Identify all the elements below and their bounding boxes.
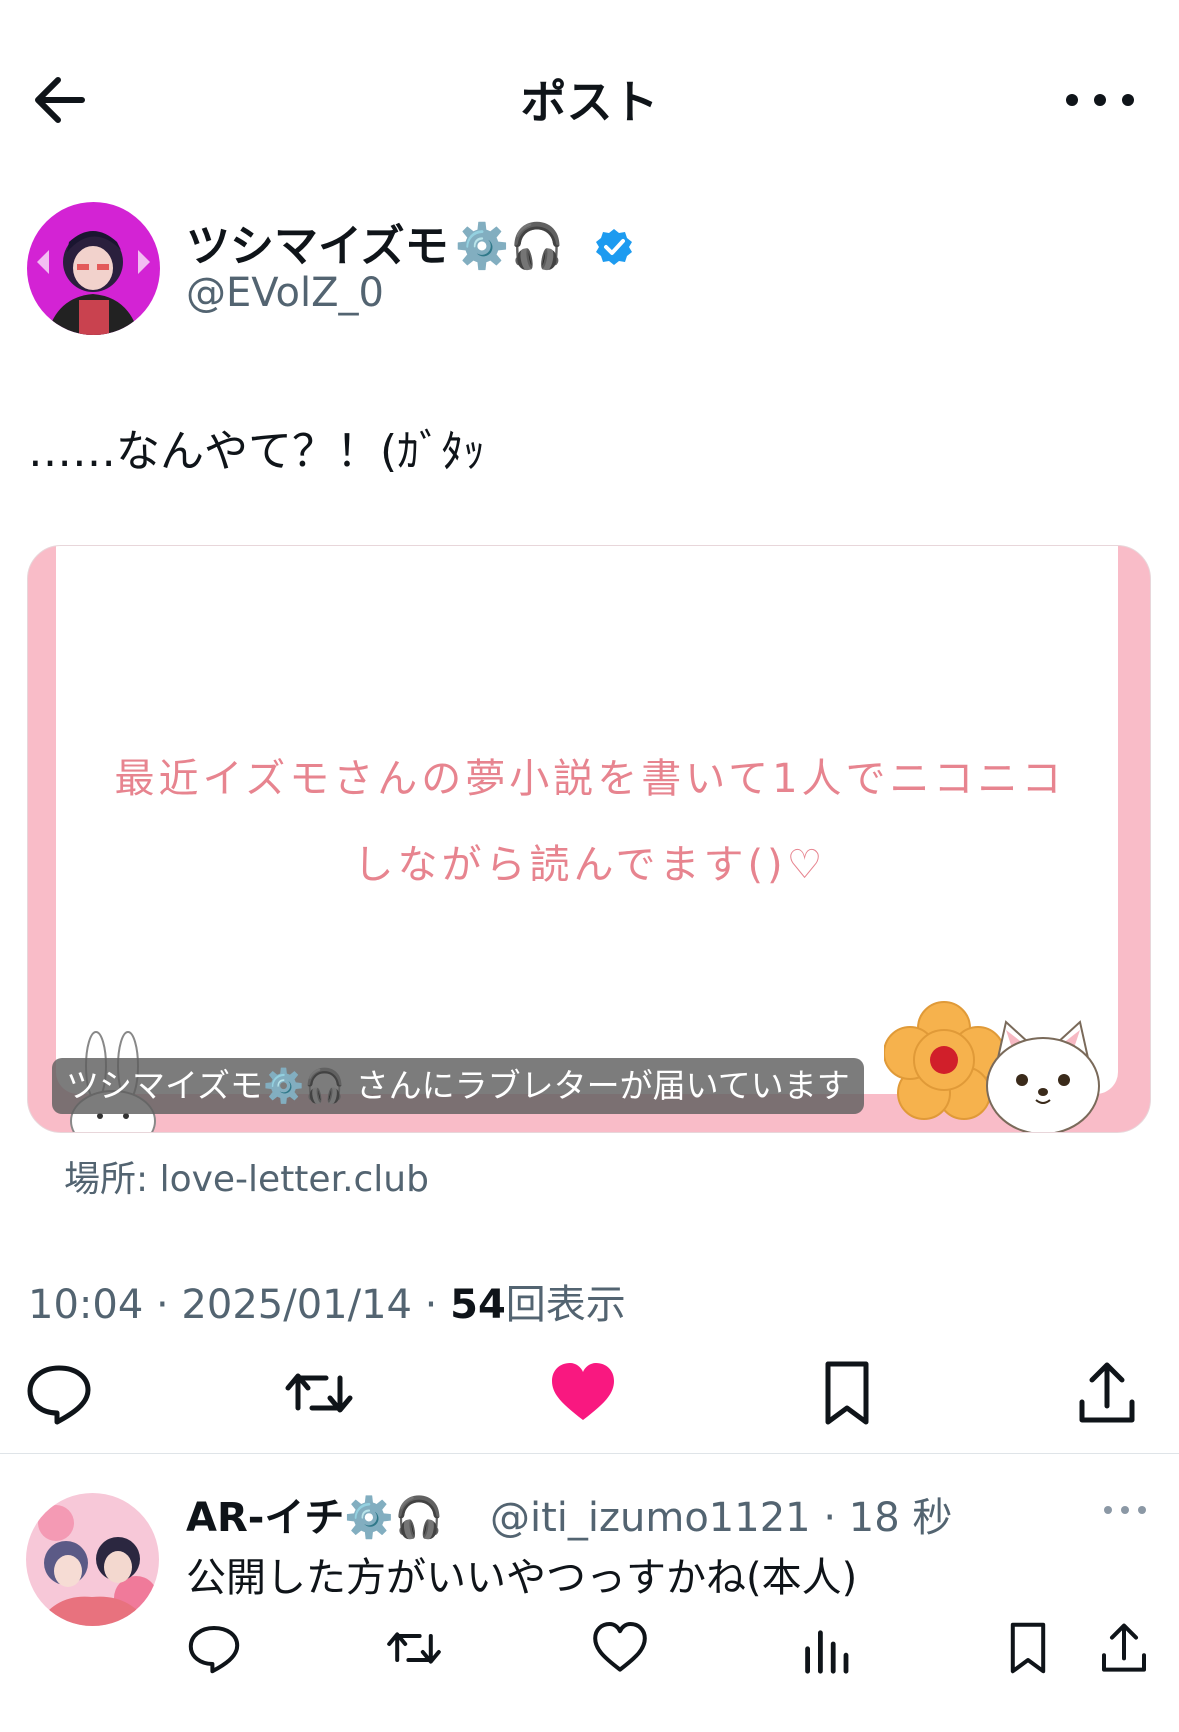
card-text-line1: 最近イズモさんの夢小説を書いて1人でニコニコ	[114, 756, 1066, 802]
reply-author-emoji: ⚙️🎧	[344, 1495, 444, 1541]
views-label: 回表示	[505, 1282, 626, 1328]
reply-bookmark-icon[interactable]	[1000, 1620, 1056, 1676]
views-count: 54	[450, 1282, 506, 1328]
reply-avatar[interactable]	[26, 1493, 159, 1626]
page-title: ポスト	[520, 75, 659, 129]
verified-icon	[595, 229, 632, 265]
reply-handle-time[interactable]: @iti_izumo1121 · 18 秒	[490, 1485, 952, 1543]
avatar[interactable]	[27, 202, 160, 335]
cat-illustration	[986, 1020, 1100, 1132]
reply-text: 公開した方がいいやつっすかね(本人)	[186, 1555, 858, 1601]
post-time: 10:04 · 2025/01/14 ·	[28, 1282, 451, 1328]
reply-author-name: AR-イチ	[186, 1495, 345, 1541]
post-meta: 10:04 · 2025/01/14 · 54回表示	[28, 1272, 626, 1330]
author-name-row: ツシマイズモ ⚙️🎧	[186, 210, 634, 274]
reply-heart-icon[interactable]	[592, 1620, 648, 1676]
reply-retweet-icon[interactable]	[386, 1620, 442, 1676]
card-banner: ツシマイズモ⚙️🎧 さんにラブレターが届いています	[52, 1058, 864, 1114]
divider	[0, 1453, 1179, 1454]
reply-reply-icon[interactable]	[186, 1620, 242, 1676]
share-icon[interactable]	[1072, 1358, 1142, 1428]
card-domain[interactable]: 場所: love-letter.club	[64, 1150, 429, 1202]
more-icon[interactable]	[1060, 70, 1140, 130]
reply-share-icon[interactable]	[1096, 1620, 1152, 1676]
link-card[interactable]: 最近イズモさんの夢小説を書いて1人でニコニコ しながら読んでます()♡ ツシマイ…	[27, 545, 1151, 1133]
bookmark-icon[interactable]	[812, 1358, 882, 1428]
views-icon[interactable]	[798, 1620, 854, 1676]
post-text: ……なんやて？！(ｶﾞﾀｯ	[28, 426, 486, 477]
retweet-icon[interactable]	[284, 1358, 354, 1428]
reply-icon[interactable]	[24, 1358, 94, 1428]
author-name: ツシマイズモ	[186, 221, 449, 272]
author-handle[interactable]: @EVolZ_0	[186, 270, 384, 316]
heart-icon[interactable]	[548, 1358, 618, 1428]
card-text-line2: しながら読んでます()♡	[353, 842, 827, 888]
reply-more-icon[interactable]	[1100, 1495, 1150, 1525]
author-emoji: ⚙️🎧	[454, 221, 565, 272]
reply-name-row: AR-イチ⚙️🎧	[186, 1485, 444, 1543]
